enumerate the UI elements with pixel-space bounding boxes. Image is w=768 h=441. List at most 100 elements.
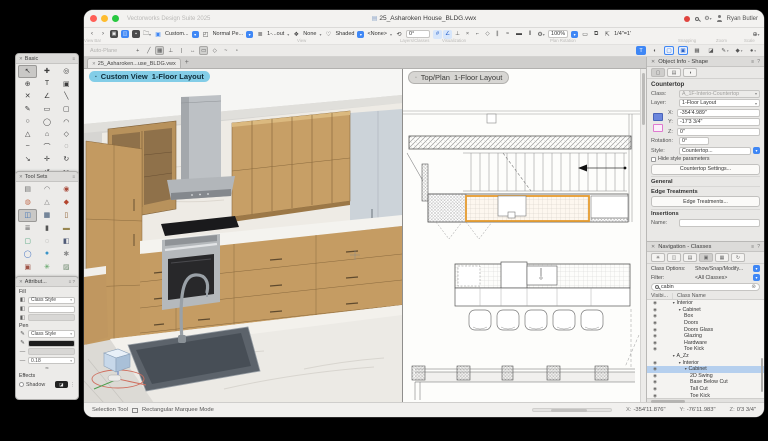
back-arrow-icon[interactable]: ‹	[88, 30, 96, 38]
class-row[interactable]: 2D Swing	[647, 373, 764, 380]
pen-opacity-slider[interactable]	[28, 348, 75, 355]
flyover-tool-icon[interactable]: ◎	[57, 65, 76, 78]
filter-dropdown[interactable]: <All Classes>	[693, 274, 751, 282]
globe-tool-icon[interactable]: ◯	[18, 247, 37, 260]
road-icon[interactable]: ▬	[515, 30, 523, 38]
close-palette-icon[interactable]: ✕	[19, 279, 23, 285]
user-avatar-icon[interactable]	[717, 16, 722, 21]
class-list-scrollbar[interactable]	[761, 358, 764, 392]
class-row[interactable]: Base Below Cut	[647, 379, 764, 386]
visibility-eye-icon[interactable]	[647, 373, 663, 379]
projection-dropdown[interactable]: ▾	[246, 31, 253, 38]
fill-opacity-slider[interactable]	[28, 314, 75, 321]
zoom-tool-icon[interactable]: ⊕	[18, 78, 37, 91]
close-palette-icon[interactable]: ✕	[19, 174, 23, 180]
hatch-display-icon[interactable]: ▦	[692, 46, 702, 55]
snap-grid-icon[interactable]: #	[433, 30, 442, 39]
roof-tool-icon[interactable]: △	[37, 196, 56, 209]
forward-arrow-icon[interactable]: ›	[99, 30, 107, 38]
lock-view-icon[interactable]: ▪	[132, 30, 140, 38]
renderworks-tool-icon[interactable]: ◆	[57, 196, 76, 209]
close-window-button[interactable]	[90, 15, 97, 22]
view-preset-icon[interactable]: ▣	[154, 30, 162, 38]
classes-tab-icon[interactable]: ▣	[699, 253, 713, 262]
locus-tool-icon[interactable]: ◌	[57, 141, 76, 154]
filter-caret[interactable]: ▾	[753, 274, 760, 281]
view-label-plan[interactable]: ▫ Top/Plan1-Floor Layout	[408, 71, 509, 84]
visibility-eye-icon[interactable]	[647, 307, 663, 313]
polyline-tool-icon[interactable]: ~	[18, 141, 37, 154]
text-tool-icon[interactable]: T	[37, 78, 56, 91]
selection-tool-icon[interactable]: ↖	[18, 65, 37, 78]
section-tool-icon[interactable]: ◧	[57, 235, 76, 248]
fit-page-icon[interactable]: ⧉	[592, 30, 600, 38]
class-row[interactable]: Box	[647, 313, 764, 320]
zoom-level-field[interactable]: 100%	[548, 30, 568, 38]
navigation-header[interactable]: ✕ Navigation - Classes ≡?	[647, 242, 764, 252]
grid-toggle-icon[interactable]: ▦	[155, 46, 164, 55]
basic-palette-header[interactable]: ✕ Basic ≡	[16, 54, 78, 64]
rectangle-tool-icon[interactable]: ▭	[37, 103, 56, 116]
lasso-mode-icon[interactable]: ◇	[210, 46, 219, 55]
viewports-tab-icon[interactable]: ▦	[715, 253, 729, 262]
saved-view-icon[interactable]: ▣	[110, 30, 118, 38]
separator-icon[interactable]: |	[177, 46, 186, 55]
render-mode-dropdown[interactable]: ▾	[357, 31, 364, 38]
class-name-column-header[interactable]: Class Name	[673, 293, 706, 299]
move-tool-icon[interactable]: ✛	[37, 153, 56, 166]
cabinet-tool-icon[interactable]: ▯	[57, 209, 76, 222]
expand-icon[interactable]: +	[133, 46, 142, 55]
slab-tool-icon[interactable]: ▬	[57, 222, 76, 235]
stair-tool-icon[interactable]: ≣	[18, 222, 37, 235]
light-options-icon[interactable]: ●	[748, 46, 758, 55]
class-options-caret[interactable]: ▾	[753, 265, 760, 272]
class-row[interactable]: Hardware	[647, 340, 764, 347]
active-layer-value[interactable]: 1-...out	[267, 31, 284, 37]
notification-badge[interactable]	[684, 16, 690, 22]
class-row[interactable]: ▼ Interior	[647, 300, 764, 307]
text-display-icon[interactable]: T	[636, 46, 646, 55]
shadow-toggle[interactable]	[19, 382, 24, 387]
2d-plan-pane[interactable]: ▫ Top/Plan1-Floor Layout	[403, 69, 646, 402]
outline-mode-icon[interactable]: ▣	[678, 46, 688, 55]
scale-icon[interactable]: ⇱	[603, 30, 611, 38]
snap-smart-edge-icon[interactable]: ∥	[493, 30, 502, 39]
visibility-column-header[interactable]: Visibi...	[651, 293, 673, 299]
shape-tab-icon[interactable]: ▢	[651, 68, 665, 77]
settings-gear-icon[interactable]: ⚙▾	[704, 15, 711, 22]
document-tab[interactable]: ✕ 25_Asharoken...use_BLDG.vwx	[87, 58, 181, 68]
hide-style-checkbox[interactable]	[651, 157, 656, 162]
shadow-display-icon[interactable]: ◪	[706, 46, 716, 55]
object-info-header[interactable]: ✕ Object Info - Shape ≡?	[647, 57, 764, 67]
freehand-tool-icon[interactable]: ✎	[18, 103, 37, 116]
column-tool-icon[interactable]: ▮	[37, 222, 56, 235]
plan-scrollbar[interactable]	[640, 69, 646, 402]
panel-menu-icon[interactable]: ≡	[751, 244, 754, 250]
line-tool-icon[interactable]: ╲	[57, 90, 76, 103]
working-plane-icon[interactable]: ⊥	[166, 46, 175, 55]
user-name[interactable]: Ryan Butler	[727, 16, 758, 22]
view-preset-value[interactable]: Custom...	[165, 31, 189, 37]
snap-distance-icon[interactable]: ◇	[483, 30, 492, 39]
wall-tool-icon[interactable]: ▤	[18, 183, 37, 196]
minimize-window-button[interactable]	[101, 15, 108, 22]
marquee-mode-icon[interactable]: ▭	[199, 46, 208, 55]
rotation-field[interactable]: 0°	[679, 137, 709, 145]
panel-help-icon[interactable]: ?	[757, 59, 760, 65]
close-panel-icon[interactable]: ✕	[651, 59, 655, 65]
design-layers-tab-icon[interactable]: ◫	[667, 253, 681, 262]
arc-tool-icon[interactable]: ◠	[57, 115, 76, 128]
regular-polygon-tool-icon[interactable]: ⌂	[37, 128, 56, 141]
class-row[interactable]: Doors	[647, 320, 764, 327]
3d-view-pane[interactable]: ▪ Custom View1-Floor Layout	[84, 69, 402, 402]
pen-style-dropdown[interactable]: Class Style▾	[28, 330, 75, 338]
class-row[interactable]: ▼ A_Zz	[647, 353, 764, 360]
panel-menu-icon[interactable]: ≡	[751, 59, 754, 65]
tool-sets-palette-header[interactable]: ✕ Tool Sets ≡	[16, 172, 78, 182]
close-palette-icon[interactable]: ✕	[19, 56, 23, 62]
render-tab-icon[interactable]: ◑	[683, 68, 697, 77]
visibility-eye-icon[interactable]	[647, 333, 663, 339]
box-position-icon[interactable]	[653, 124, 663, 132]
render-mode-value[interactable]: Shaded	[335, 31, 354, 37]
class-row[interactable]: Doors Glass	[647, 326, 764, 333]
